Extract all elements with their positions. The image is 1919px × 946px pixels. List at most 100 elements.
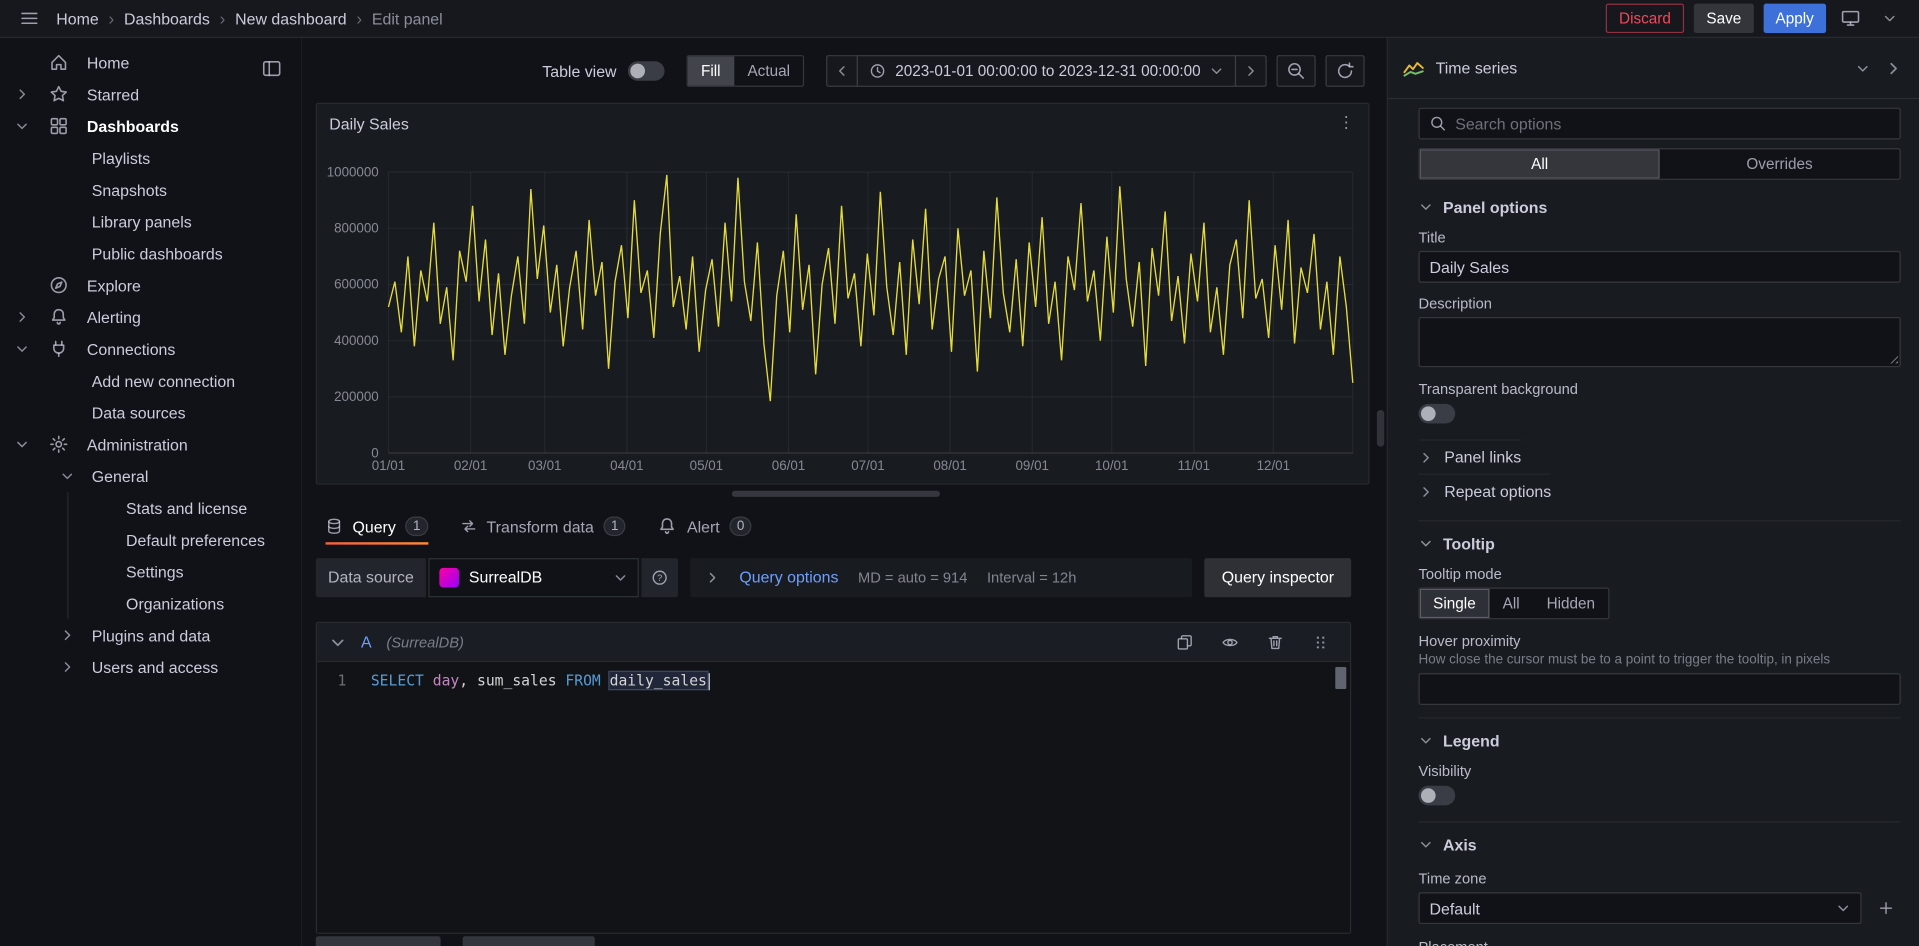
horizontal-scrollbar[interactable] — [732, 491, 940, 497]
add-timezone-button[interactable] — [1871, 893, 1900, 922]
sidebar-item-default-preferences[interactable]: Default preferences — [69, 524, 302, 556]
repeat-options-header[interactable]: Repeat options — [1419, 474, 1552, 508]
hover-proximity-input[interactable] — [1419, 673, 1901, 705]
query-row-header[interactable]: A (SurrealDB) — [317, 623, 1350, 662]
undock-menu-button[interactable] — [257, 54, 286, 83]
sidebar-item-public-dashboards[interactable]: Public dashboards — [0, 237, 301, 269]
sidebar-item-data-sources[interactable]: Data sources — [0, 397, 301, 429]
tooltip-mode-single[interactable]: Single — [1420, 589, 1489, 618]
tooltip-mode-hidden[interactable]: Hidden — [1533, 589, 1608, 618]
tooltip-header[interactable]: Tooltip — [1419, 534, 1495, 554]
panel-header[interactable]: Daily Sales ⋮ — [317, 110, 1363, 137]
panel-options-header[interactable]: Panel options — [1419, 197, 1548, 217]
main-scrollbar-thumb[interactable] — [1377, 410, 1384, 447]
actual-button[interactable]: Actual — [734, 56, 803, 85]
sql-code-editor[interactable]: 1 SELECT day, sum_sales FROM daily_sales — [317, 662, 1350, 932]
subsection-heading: Panel links — [1444, 448, 1521, 466]
hide-query-button[interactable] — [1215, 627, 1244, 656]
time-range-button[interactable]: 2023-01-01 00:00:00 to 2023-12-31 00:00:… — [857, 55, 1236, 87]
panel-links-header[interactable]: Panel links — [1419, 439, 1522, 473]
section-heading: Tooltip — [1443, 534, 1495, 552]
topbar-more-button[interactable] — [1875, 4, 1904, 33]
main-scrollbar[interactable] — [1377, 38, 1384, 946]
chevron-down-icon[interactable] — [1855, 61, 1870, 76]
sidebar-item-connections[interactable]: Connections — [0, 333, 301, 365]
interval-text: Interval = 12h — [987, 569, 1076, 586]
datasource-help-button[interactable]: ? — [641, 557, 678, 596]
sidebar-item-stats-and-license[interactable]: Stats and license — [69, 492, 302, 524]
sidebar-item-starred[interactable]: Starred — [0, 78, 301, 110]
delete-query-button[interactable] — [1261, 627, 1290, 656]
topbar-actions: Discard Save Apply — [1606, 4, 1905, 33]
sidebar-item-administration[interactable]: Administration — [0, 428, 301, 460]
line-number: 1 — [317, 669, 371, 691]
search-options-input[interactable] — [1455, 114, 1889, 132]
plug-icon — [49, 339, 69, 359]
editor-scrollbar-thumb[interactable] — [1335, 667, 1346, 689]
timezone-select[interactable]: Default — [1419, 892, 1862, 924]
time-shift-back-button[interactable] — [827, 55, 859, 87]
star-icon — [49, 84, 69, 104]
save-button[interactable]: Save — [1694, 4, 1753, 33]
datasource-picker[interactable]: SurrealDB — [428, 557, 639, 596]
sidebar-item-add-new-connection[interactable]: Add new connection — [0, 365, 301, 397]
chevron-down-icon — [1836, 901, 1851, 916]
chevron-right-icon — [705, 570, 720, 585]
sidebar-item-settings[interactable]: Settings — [69, 556, 302, 588]
zoom-out-time-button[interactable] — [1277, 55, 1316, 87]
options-search[interactable] — [1419, 108, 1901, 140]
legend-visibility-switch[interactable] — [1419, 786, 1456, 806]
panel-menu-button[interactable]: ⋮ — [1334, 110, 1358, 134]
chevron-right-icon — [15, 87, 30, 102]
sidebar-item-alerting[interactable]: Alerting — [0, 301, 301, 333]
collapse-pane-icon[interactable] — [1885, 59, 1902, 76]
panel-title-input[interactable] — [1419, 251, 1901, 283]
tab-alert[interactable]: Alert0 — [658, 510, 752, 542]
options-pane: Time series All Overrides Panel options … — [1387, 38, 1919, 946]
breadcrumb-item-home[interactable]: Home — [56, 9, 98, 27]
sidebar-item-explore[interactable]: Explore — [0, 269, 301, 301]
collapse-query-icon[interactable] — [329, 633, 346, 650]
tab-query[interactable]: Query1 — [326, 510, 428, 542]
menu-toggle-button[interactable] — [15, 4, 44, 33]
transparent-background-label: Transparent background — [1419, 381, 1901, 398]
tooltip-mode-all[interactable]: All — [1489, 589, 1533, 618]
tab-transform-data[interactable]: Transform data1 — [460, 510, 626, 542]
discard-button[interactable]: Discard — [1606, 4, 1685, 33]
panel-description-textarea[interactable] — [1419, 317, 1901, 367]
legend-header[interactable]: Legend — [1419, 731, 1500, 751]
query-options-collapse[interactable]: Query options MD = auto = 914 Interval =… — [690, 557, 1192, 596]
sidebar-item-organizations[interactable]: Organizations — [69, 587, 302, 619]
tab-all[interactable]: All — [1420, 149, 1660, 178]
sidebar-item-general[interactable]: General — [0, 460, 301, 492]
transparent-background-switch[interactable] — [1419, 404, 1456, 424]
sidebar-item-playlists[interactable]: Playlists — [0, 142, 301, 174]
duplicate-query-button[interactable] — [1170, 627, 1199, 656]
drag-query-handle[interactable] — [1306, 627, 1335, 656]
tv-mode-button[interactable] — [1836, 4, 1865, 33]
breadcrumb-item-dashboards[interactable]: Dashboards — [124, 9, 210, 27]
apply-button[interactable]: Apply — [1763, 4, 1826, 33]
sidebar-item-users-and-access[interactable]: Users and access — [0, 651, 301, 683]
section-tooltip: Tooltip Tooltip mode SingleAllHidden Hov… — [1419, 520, 1901, 705]
panel-toolbar: Table view Fill Actual 2023-01-01 00:00:… — [302, 54, 1364, 88]
sidebar-item-plugins-and-data[interactable]: Plugins and data — [0, 619, 301, 651]
refresh-button[interactable] — [1325, 55, 1364, 87]
table-view-switch[interactable] — [628, 61, 665, 81]
breadcrumb-item-new-dashboard[interactable]: New dashboard — [235, 9, 346, 27]
add-expression-button[interactable] — [463, 936, 595, 946]
add-query-button[interactable] — [316, 936, 441, 946]
clock-icon — [870, 62, 887, 79]
axis-header[interactable]: Axis — [1419, 835, 1477, 855]
panel-options-subsections: Panel links Repeat options — [1419, 439, 1901, 508]
fill-button[interactable]: Fill — [688, 56, 734, 85]
sidebar-item-home[interactable]: Home — [0, 47, 301, 79]
sidebar-item-snapshots[interactable]: Snapshots — [0, 174, 301, 206]
visualization-picker[interactable]: Time series — [1388, 38, 1919, 99]
sidebar-item-label: Explore — [87, 276, 141, 294]
sidebar-item-library-panels[interactable]: Library panels — [0, 206, 301, 238]
time-shift-forward-button[interactable] — [1235, 55, 1267, 87]
tab-overrides[interactable]: Overrides — [1660, 149, 1900, 178]
sidebar-item-dashboards[interactable]: Dashboards — [0, 110, 301, 142]
query-inspector-button[interactable]: Query inspector — [1205, 557, 1352, 596]
